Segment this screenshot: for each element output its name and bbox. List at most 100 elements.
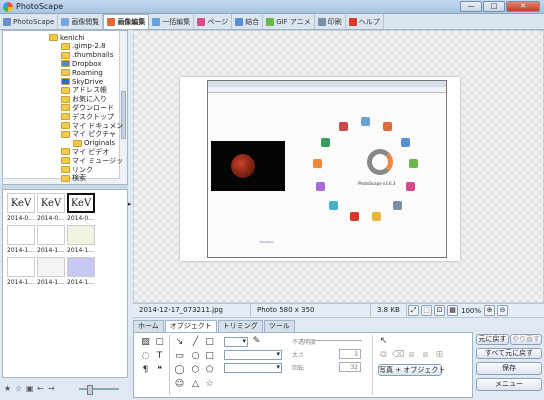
tab-4[interactable]: ページ [194,14,233,29]
star-icon[interactable]: ★ [4,385,12,393]
eyedropper-icon[interactable]: ✎ [251,336,262,347]
thumbnail-item[interactable]: 2014-1... [7,225,37,254]
width-label: 太さ [292,352,305,359]
thumbnail-image [37,225,65,245]
edited-photo[interactable]: PhotoScape v3.6.3 Donation [180,77,460,261]
delete-object-icon[interactable]: ⌫ [392,350,405,361]
tab-0[interactable]: PhotoScape [0,14,59,29]
text-icon[interactable]: T [154,351,165,362]
menu-app-icon [372,211,382,221]
forward-arrow-icon[interactable]: → [48,385,56,393]
line-style-combo[interactable] [224,350,282,360]
tab-1[interactable]: 画像閲覧 [58,14,104,29]
tree-scroll-thumb[interactable] [121,91,126,139]
tab-label: ページ [207,17,229,26]
tab-2[interactable]: 画像編集 [103,14,150,29]
circle-icon[interactable]: ○ [190,351,201,362]
tab-8[interactable]: ヘルプ [346,14,384,29]
opacity-slider[interactable] [314,340,362,341]
tab-object[interactable]: オブジェクト [164,320,217,332]
help-icon [348,17,357,26]
tree-item[interactable]: 検索 [61,174,86,183]
photoscape-icon [3,17,11,26]
folder-icon [61,166,70,173]
thumbnail-item[interactable]: 2014-1... [67,257,97,286]
color-combo[interactable] [224,337,248,347]
zoom-in-icon[interactable]: ⊕ [484,305,496,316]
box-icon[interactable]: □ [204,337,215,348]
photo-insert-icon[interactable]: ▨ [140,337,151,348]
folder-tree[interactable]: kenichi .gimp-2.8 .thumbnails Dropbox Roamin… [2,30,128,185]
rectangle-icon[interactable]: ▢ [154,337,165,348]
hexagon-icon[interactable]: ⬡ [190,365,201,376]
menu-app-icon [321,137,331,147]
tab-3[interactable]: 一括編集 [149,14,195,29]
triangle-icon[interactable]: △ [190,379,201,390]
thumbnail-item[interactable]: 2014-1... [37,257,67,286]
pin-icon[interactable]: ¶ [140,365,151,376]
thumbnail-size-slider[interactable] [79,385,119,395]
folder-icon[interactable]: ▣ [26,385,34,393]
tree-item[interactable]: .gimp-2.8 [61,42,106,51]
line-icon[interactable]: ╱ [190,337,201,348]
star-shape-icon[interactable]: ☆ [204,379,215,390]
tab-7[interactable]: 印刷 [315,14,346,29]
undo-all-button[interactable]: すべて元に戻す [476,348,542,359]
save-button[interactable]: 保存 [476,362,542,375]
close-button[interactable]: ✕ [506,1,540,12]
app-icon [3,2,13,12]
round-rectangle-icon[interactable]: ▭ [174,351,185,362]
copy-object-icon[interactable]: ⧉ [378,350,389,361]
quote-icon[interactable]: ❝ [154,365,165,376]
select-cursor-icon[interactable]: ↖ [378,336,389,347]
tree-item[interactable]: マイ ピクチャ [61,130,116,139]
fit-icon[interactable]: ⤢ [408,305,419,316]
tree-item[interactable]: Roaming [61,68,103,77]
zoom-out-icon[interactable]: ⊖ [497,305,509,316]
ellipse-icon[interactable]: ◯ [174,365,185,376]
tab-home[interactable]: ホーム [133,320,164,332]
redo-button[interactable]: やり直す [510,334,542,345]
fit-width-icon[interactable]: ⬚ [421,305,432,316]
speech-bubble-icon[interactable]: ◌ [140,351,151,362]
thumbnail-item[interactable]: KeV 2014-0... [67,193,97,222]
minimize-button[interactable]: — [460,1,482,12]
square-icon[interactable]: □ [204,351,215,362]
undo-button[interactable]: 元に戻す [476,334,509,345]
thumbnail-toolbar: ★ ☆ ▣ ← → [2,380,128,398]
tree-item[interactable]: Dropbox [61,59,102,68]
thumbnail-item[interactable]: 2014-1... [7,257,37,286]
thumbnail-item[interactable]: 2014-1... [37,225,67,254]
smile-icon[interactable]: ☺ [174,379,185,390]
tab-crop[interactable]: トリミング [217,320,263,332]
width-spinner[interactable]: 3 [339,349,361,359]
favorite-add-icon[interactable]: ☆ [15,385,23,393]
zoom-level: 100% [461,306,482,315]
tree-item[interactable]: kenichi [49,33,85,42]
menu-app-icon [400,137,410,147]
zoom-fit-icon[interactable]: ⊡ [434,305,445,316]
thumbnail-image [67,225,95,245]
back-icon[interactable]: ⧇ [420,350,431,361]
menu-button[interactable]: メニュー [476,378,542,391]
polygon-icon[interactable]: ⬠ [204,365,215,376]
thumbnail-panel[interactable]: KeV 2014-0... KeV 2014-0... KeV 2014-0... 2014… [2,189,128,378]
tab-tools[interactable]: ツール [263,320,295,332]
arrow-line-icon[interactable]: ↘ [174,337,185,348]
thumbnail-item[interactable]: 2014-1... [67,225,97,254]
tab-5[interactable]: 結合 [232,14,264,29]
arrow-style-combo[interactable] [224,363,282,373]
rotate-spinner[interactable]: 32 [339,362,361,372]
maximize-button[interactable]: □ [483,1,505,12]
app-icon-ring [305,109,425,229]
back-arrow-icon[interactable]: ← [37,385,45,393]
tree-item[interactable]: .thumbnails [61,51,113,60]
thumbnail-item[interactable]: KeV 2014-0... [37,193,67,222]
tab-6[interactable]: GIF アニメ [263,14,315,29]
thumbnail-item[interactable]: KeV 2014-0... [7,193,37,222]
actual-size-icon[interactable]: ▦ [447,305,458,316]
photo-plus-object-button[interactable]: 写真 + オブジェクト [378,364,445,376]
front-icon[interactable]: ⧈ [406,350,417,361]
tab-label: PhotoScape [13,17,55,26]
align-icon[interactable]: ⊞ [434,350,445,361]
